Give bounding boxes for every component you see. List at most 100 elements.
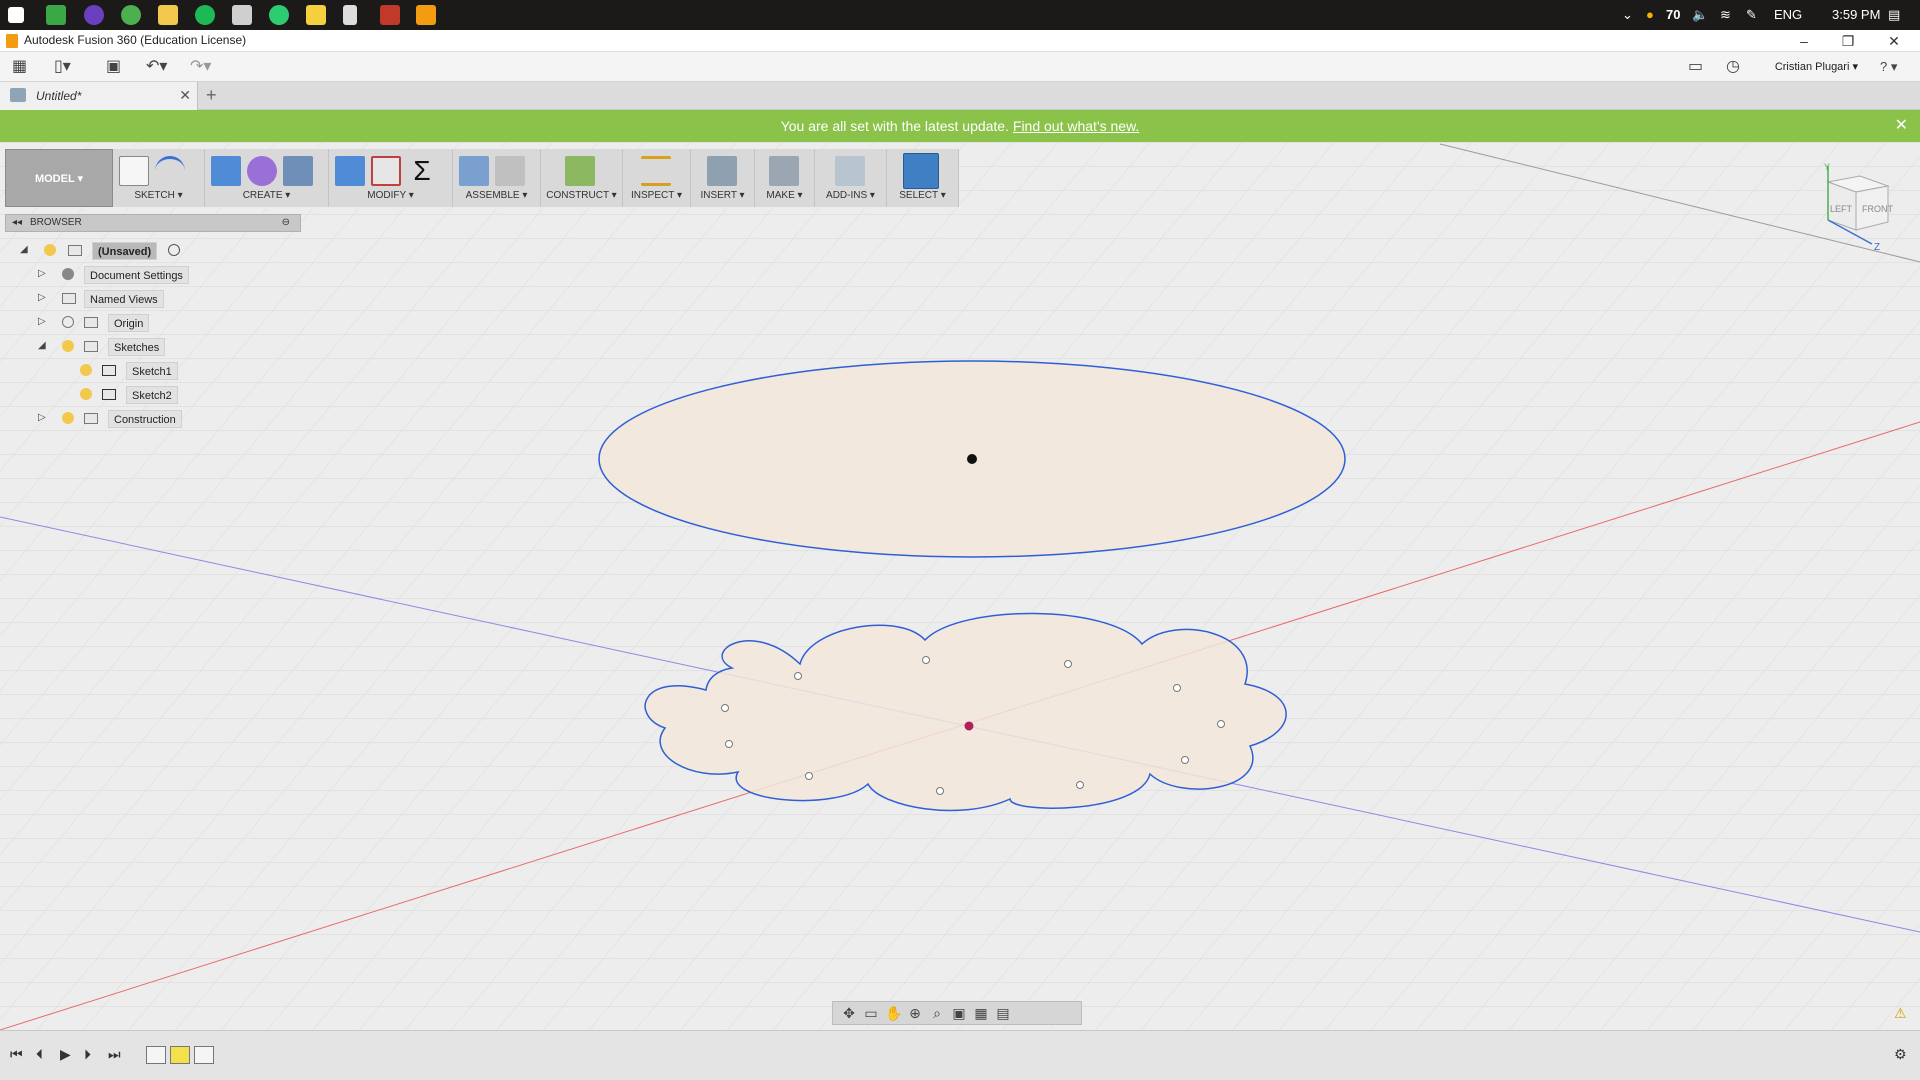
file-explorer-icon[interactable] bbox=[158, 5, 178, 25]
timeline-next-icon[interactable]: ⏵ bbox=[84, 1046, 91, 1063]
sketch-menu[interactable]: SKETCH ▾ bbox=[113, 189, 204, 203]
grid-settings-icon[interactable]: ▦ bbox=[973, 1005, 989, 1021]
collapse-arrow-icon[interactable]: ◢ bbox=[38, 340, 50, 351]
sketch-point[interactable] bbox=[1217, 720, 1225, 728]
visibility-bulb-icon[interactable] bbox=[44, 244, 56, 256]
pan-hand-icon[interactable]: ✋ bbox=[885, 1005, 902, 1021]
sketch-point[interactable] bbox=[721, 704, 729, 712]
inspect-menu[interactable]: INSPECT ▾ bbox=[623, 189, 690, 203]
addins-menu[interactable]: ADD-INS ▾ bbox=[815, 189, 886, 203]
sketch-group[interactable]: SKETCH ▾ bbox=[113, 149, 205, 207]
insert-group[interactable]: INSERT ▾ bbox=[691, 149, 755, 207]
look-at-icon[interactable]: ▭ bbox=[863, 1005, 879, 1021]
language[interactable]: ENG bbox=[1774, 0, 1802, 30]
sketch-point[interactable] bbox=[936, 787, 944, 795]
scripts-addins-icon[interactable] bbox=[835, 156, 865, 186]
select-cursor-icon[interactable] bbox=[903, 153, 939, 189]
sketch-point[interactable] bbox=[1181, 756, 1189, 764]
close-notification-button[interactable]: ✕ bbox=[1895, 110, 1908, 142]
parameters-sigma-icon[interactable]: Σ bbox=[407, 156, 437, 186]
browser-minimize-icon[interactable]: ⊖ bbox=[282, 217, 290, 228]
expand-arrow-icon[interactable]: ▷ bbox=[38, 316, 50, 327]
browser-item-sketches[interactable]: ◢ Sketches bbox=[38, 338, 238, 356]
browser-item-unsaved[interactable]: ◢ (Unsaved) bbox=[20, 242, 190, 260]
browser-item-origin[interactable]: ▷ Origin bbox=[38, 314, 238, 332]
modify-menu[interactable]: MODIFY ▾ bbox=[329, 189, 452, 203]
sketch-point[interactable] bbox=[1064, 660, 1072, 668]
sketch-point[interactable] bbox=[1173, 684, 1181, 692]
arc-icon[interactable] bbox=[155, 156, 185, 186]
data-panel-grid-icon[interactable]: ▦ bbox=[12, 57, 27, 77]
timeline-start-icon[interactable]: ⏮ bbox=[10, 1046, 23, 1063]
viewcube-front-label[interactable]: FRONT bbox=[1862, 204, 1893, 214]
expand-arrow-icon[interactable]: ▷ bbox=[38, 412, 50, 423]
volume-icon[interactable]: 🔈 bbox=[1692, 0, 1708, 30]
display-settings-icon[interactable]: ▣ bbox=[951, 1005, 967, 1021]
viewports-icon[interactable]: ▤ bbox=[995, 1005, 1011, 1021]
timeline-plane-feature[interactable] bbox=[170, 1046, 190, 1064]
addins-group[interactable]: ADD-INS ▾ bbox=[815, 149, 887, 207]
user-account-menu[interactable]: Cristian Plugari ▾ bbox=[1775, 60, 1858, 73]
create-menu[interactable]: CREATE ▾ bbox=[205, 189, 328, 203]
workspace-switcher-button[interactable]: MODEL ▾ bbox=[5, 149, 113, 207]
calculator-icon[interactable] bbox=[343, 5, 357, 25]
sketch-point[interactable] bbox=[805, 772, 813, 780]
browser-item-sketch2[interactable]: Sketch2 bbox=[56, 386, 256, 404]
collapse-arrow-icon[interactable]: ◢ bbox=[20, 244, 32, 255]
make-group[interactable]: MAKE ▾ bbox=[755, 149, 815, 207]
expand-arrow-icon[interactable]: ▷ bbox=[38, 268, 50, 279]
form-sphere-icon[interactable] bbox=[247, 156, 277, 186]
create-group[interactable]: CREATE ▾ bbox=[205, 149, 329, 207]
visibility-bulb-icon[interactable] bbox=[80, 364, 92, 376]
windows-start-icon[interactable] bbox=[8, 7, 24, 23]
zoom-icon[interactable]: ⊕ bbox=[907, 1005, 923, 1021]
3d-print-icon[interactable] bbox=[769, 156, 799, 186]
timeline-settings-gear-icon[interactable]: ⚙ bbox=[1894, 1046, 1907, 1063]
extrude-icon[interactable] bbox=[211, 156, 241, 186]
pen-icon[interactable]: ✎ bbox=[1746, 0, 1757, 30]
app-green-icon[interactable] bbox=[46, 5, 66, 25]
timeline-play-icon[interactable]: ▶ bbox=[60, 1046, 71, 1063]
canvas-viewport[interactable] bbox=[0, 142, 1920, 1031]
visibility-bulb-icon[interactable] bbox=[62, 316, 74, 328]
sketch1-center-point[interactable] bbox=[967, 454, 977, 464]
visibility-bulb-icon[interactable] bbox=[62, 412, 74, 424]
visibility-bulb-icon[interactable] bbox=[62, 340, 74, 352]
file-menu-icon[interactable]: ▯▾ bbox=[54, 57, 71, 77]
browser-item-sketch1[interactable]: Sketch1 bbox=[56, 362, 256, 380]
fusion-taskbar-icon[interactable] bbox=[416, 5, 436, 25]
fit-zoom-icon[interactable]: ⌕ bbox=[929, 1005, 945, 1021]
job-status-icon[interactable]: ▭ bbox=[1688, 57, 1703, 77]
measure-icon[interactable] bbox=[641, 156, 671, 186]
sketch2-flower-profile[interactable] bbox=[644, 612, 1287, 812]
tool-icon[interactable] bbox=[232, 5, 252, 25]
close-window-button[interactable]: ✕ bbox=[1874, 30, 1914, 52]
activate-radio-icon[interactable] bbox=[168, 244, 180, 256]
new-tab-button[interactable]: + bbox=[206, 85, 217, 106]
sketch-point[interactable] bbox=[725, 740, 733, 748]
construct-menu[interactable]: CONSTRUCT ▾ bbox=[541, 189, 622, 203]
history-clock-icon[interactable]: ◷ bbox=[1726, 57, 1740, 77]
insert-menu[interactable]: INSERT ▾ bbox=[691, 189, 754, 203]
chrome-icon[interactable] bbox=[121, 5, 141, 25]
offset-plane-icon[interactable] bbox=[565, 156, 595, 186]
orbit-icon[interactable]: ✥ bbox=[841, 1005, 857, 1021]
select-menu[interactable]: SELECT ▾ bbox=[887, 189, 958, 203]
sketch-point[interactable] bbox=[794, 672, 802, 680]
split-body-icon[interactable] bbox=[371, 156, 401, 186]
assemble-menu[interactable]: ASSEMBLE ▾ bbox=[453, 189, 540, 203]
press-pull-icon[interactable] bbox=[335, 156, 365, 186]
viewcube-left-label[interactable]: LEFT bbox=[1830, 204, 1853, 214]
joint-icon[interactable] bbox=[495, 156, 525, 186]
new-component-icon[interactable] bbox=[459, 156, 489, 186]
send-icon[interactable] bbox=[269, 5, 289, 25]
sketch-point[interactable] bbox=[922, 656, 930, 664]
browser-icon[interactable] bbox=[84, 5, 104, 25]
view-cube[interactable]: LEFT FRONT Y Z bbox=[1816, 162, 1896, 253]
make-menu[interactable]: MAKE ▾ bbox=[755, 189, 814, 203]
sketch-point[interactable] bbox=[1076, 781, 1084, 789]
visibility-bulb-icon[interactable] bbox=[80, 388, 92, 400]
redo-icon[interactable]: ↷▾ bbox=[190, 57, 211, 77]
folder-icon[interactable] bbox=[306, 5, 326, 25]
clock[interactable]: 3:59 PM bbox=[1832, 0, 1880, 30]
